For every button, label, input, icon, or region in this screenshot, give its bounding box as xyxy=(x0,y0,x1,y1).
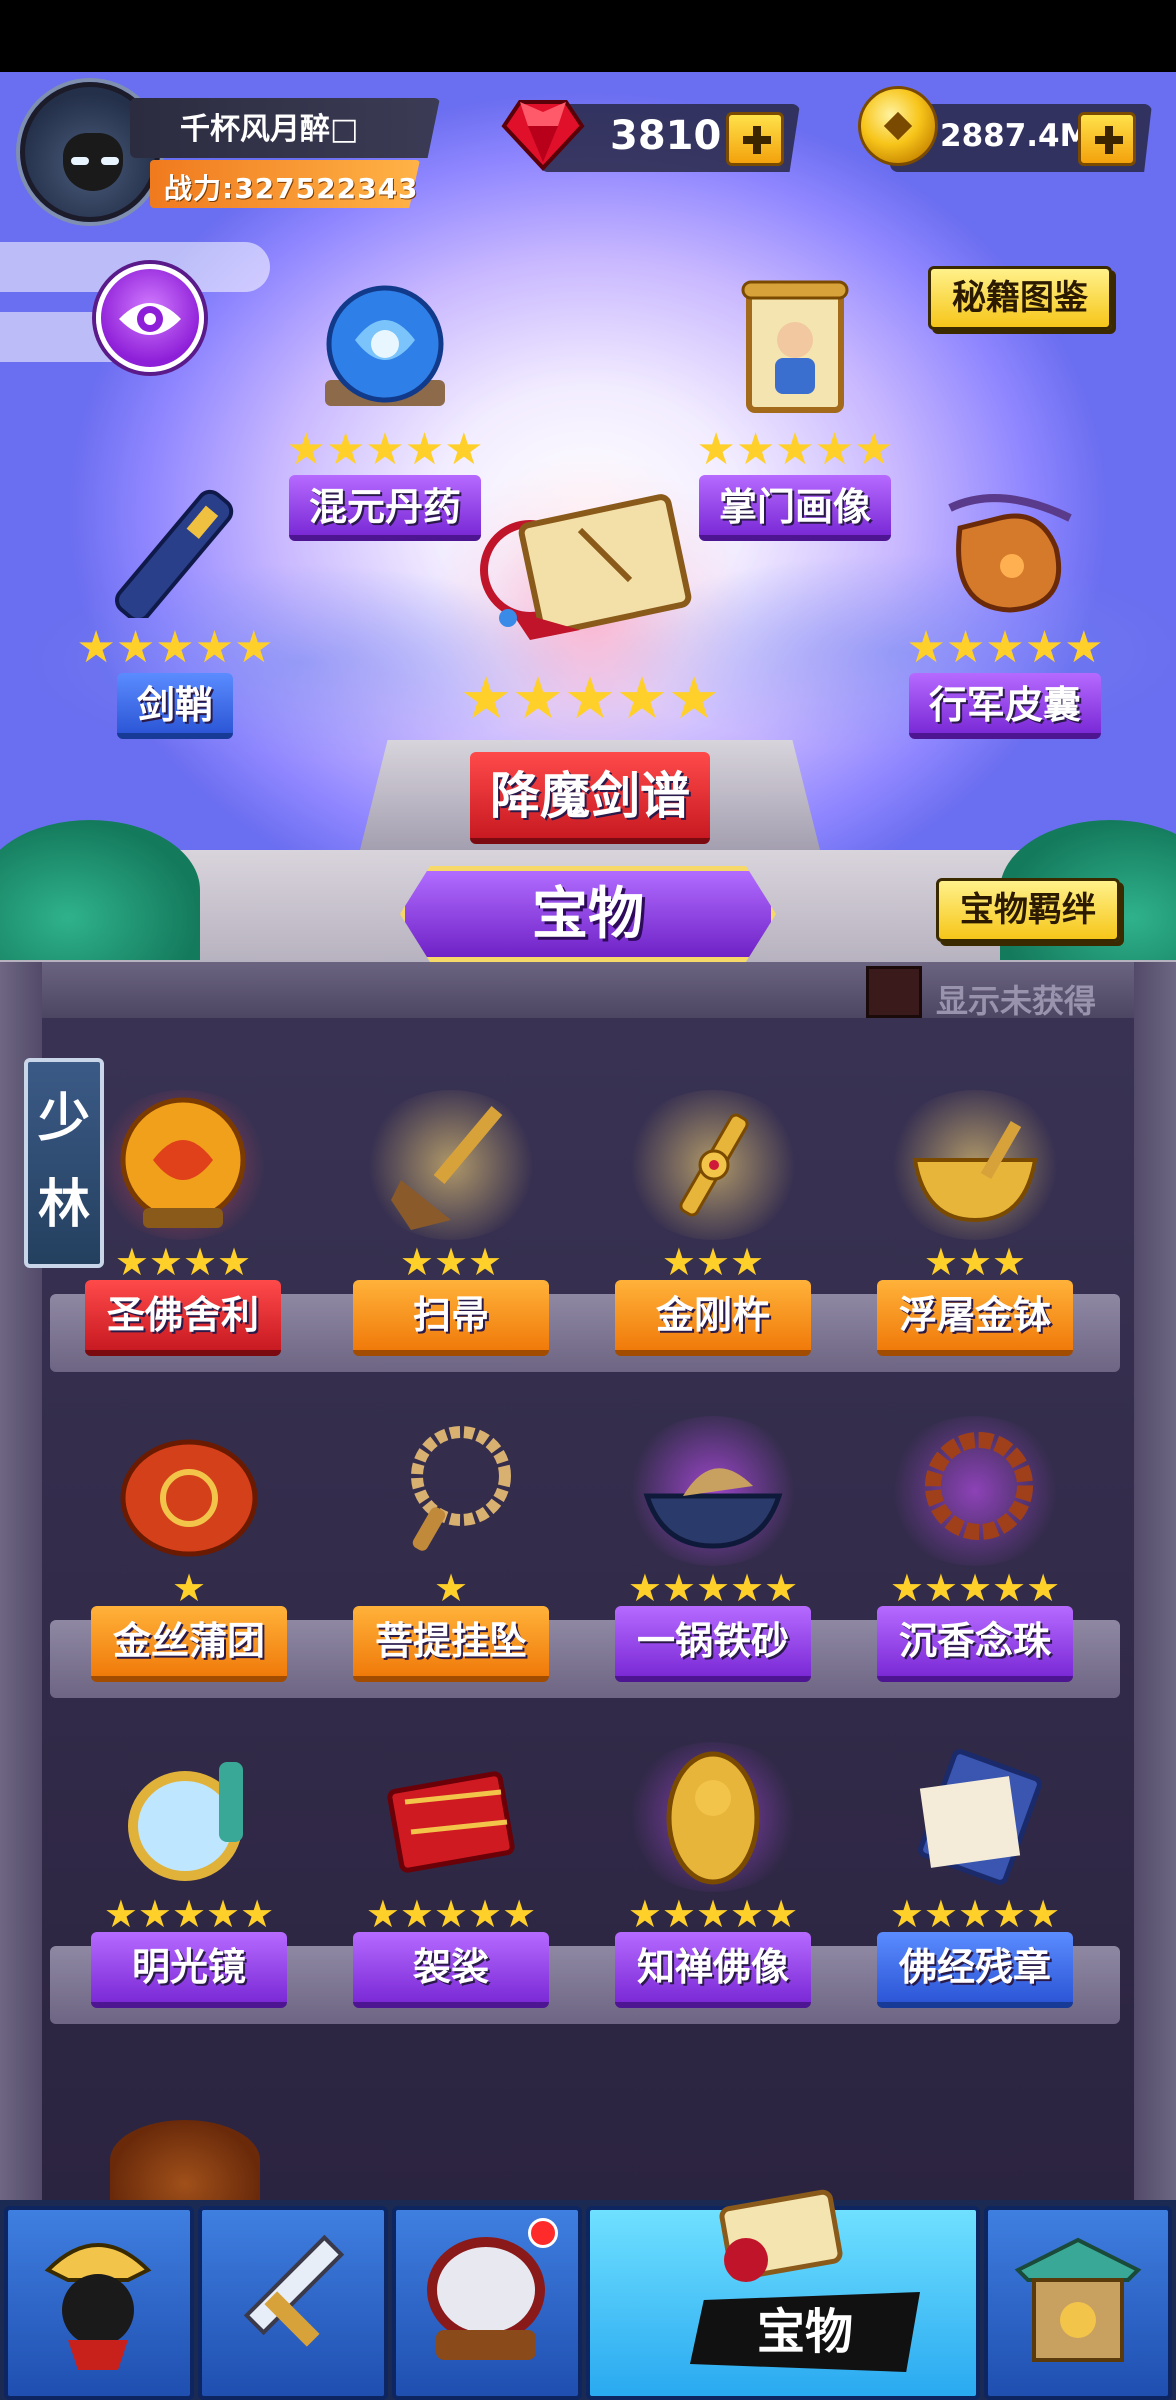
broom-icon xyxy=(361,1090,541,1240)
gate-icon xyxy=(1014,2237,1142,2362)
treasure-label: 剑鞘 xyxy=(116,673,233,739)
add-gold-button[interactable] xyxy=(1078,112,1136,166)
hero-icon xyxy=(44,2243,152,2370)
star-rating: ★★★★★ xyxy=(889,1566,1061,1610)
display-treasure-pouch[interactable]: ★★★★★ 行军皮囊 xyxy=(890,488,1120,739)
treasure-name: 一锅铁砂 xyxy=(615,1606,811,1682)
treasure-label: 行军皮囊 xyxy=(908,673,1101,739)
treasure-name: 佛经残章 xyxy=(877,1932,1073,2008)
scabbard-icon xyxy=(115,489,234,623)
star-rating: ★★★★ xyxy=(114,1240,252,1284)
relic-orb-icon xyxy=(93,1090,273,1240)
nav-tab-equipment[interactable] xyxy=(198,2206,388,2400)
star-rating: ★★★ xyxy=(661,1240,765,1284)
nav-tab-hero[interactable] xyxy=(4,2206,194,2400)
sword-icon xyxy=(243,2234,345,2347)
star-rating: ★★★ xyxy=(923,1240,1027,1284)
star-rating: ★★★★★ xyxy=(889,1892,1061,1936)
avatar-eye xyxy=(101,157,119,165)
treasure-slot[interactable]: ★★★★★ 佛经残章 xyxy=(870,1742,1080,2008)
mirror-icon xyxy=(99,1742,279,1892)
prayer-beads-pendant-icon xyxy=(361,1416,541,1566)
treasure-name: 扫帚 xyxy=(353,1280,549,1356)
crystal-orb-icon xyxy=(325,285,445,406)
display-treasure-main[interactable]: ★★★★★ 降魔剑谱 xyxy=(430,490,750,844)
star-rating: ★★★★★ xyxy=(76,622,274,673)
kasaya-robe-icon xyxy=(361,1742,541,1892)
sword-manual-icon xyxy=(480,494,692,640)
treasure-name: 金刚杵 xyxy=(615,1280,811,1356)
treasure-label: 降魔剑谱 xyxy=(470,752,710,844)
shelf-side xyxy=(1134,962,1176,2202)
avatar-eye xyxy=(71,157,89,165)
star-rating: ★★★★★ xyxy=(696,424,894,475)
treasure-slot[interactable]: ★★★★ 圣佛舍利 xyxy=(78,1090,288,1356)
star-rating: ★★★★★ xyxy=(365,1892,537,1936)
combat-power: 战力:327522343 xyxy=(164,172,419,205)
gold-coin-icon xyxy=(858,86,938,166)
vajra-icon xyxy=(623,1090,803,1240)
treasure-name: 圣佛舍利 xyxy=(85,1280,281,1356)
foliage-decoration xyxy=(0,820,200,960)
gold-amount: 2887.4M xyxy=(940,118,1091,154)
treasure-slot[interactable]: ★★★★★ 袈裟 xyxy=(346,1742,556,2008)
star-rating: ★★★★★ xyxy=(627,1892,799,1936)
star-rating: ★★★★★ xyxy=(460,664,720,732)
buddha-statue-icon xyxy=(623,1742,803,1892)
star-rating: ★★★★★ xyxy=(627,1566,799,1610)
display-treasure-scabbard[interactable]: ★★★★★ 剑鞘 xyxy=(60,488,290,739)
treasure-slot[interactable]: ★★★★★ 沉香念珠 xyxy=(870,1416,1080,1682)
treasure-slot[interactable]: ★ 菩提挂坠 xyxy=(346,1416,556,1682)
scroll-portrait-icon xyxy=(741,280,849,413)
status-bar xyxy=(0,0,1176,72)
star-rating: ★★★★★ xyxy=(103,1892,275,1936)
star-rating: ★★★★★ xyxy=(906,622,1104,673)
ruby-gem-icon xyxy=(501,100,585,171)
treasure-bond-button[interactable]: 宝物羁绊 xyxy=(936,878,1120,942)
nav-tab-gate[interactable] xyxy=(984,2206,1172,2400)
star-rating: ★ xyxy=(433,1566,469,1610)
treasure-name: 金丝蒲团 xyxy=(91,1606,287,1682)
star-rating: ★★★★★ xyxy=(286,424,484,475)
treasure-slot[interactable]: ★★★ 浮屠金钵 xyxy=(870,1090,1080,1356)
treasure-name: 浮屠金钵 xyxy=(877,1280,1073,1356)
eye-icon xyxy=(119,303,181,335)
treasure-slot-partial[interactable] xyxy=(110,2120,260,2200)
show-unobtained-checkbox[interactable] xyxy=(866,966,922,1018)
cushion-icon xyxy=(99,1416,279,1566)
treasure-slot[interactable]: ★★★ 扫帚 xyxy=(346,1090,556,1356)
treasure-slot[interactable]: ★★★★★ 知禅佛像 xyxy=(608,1742,818,2008)
treasure-slot[interactable]: ★ 金丝蒲团 xyxy=(84,1416,294,1682)
add-gems-button[interactable] xyxy=(726,112,784,166)
alms-bowl-icon xyxy=(885,1090,1065,1240)
gem-amount: 3810 xyxy=(610,113,722,159)
star-rating: ★ xyxy=(171,1566,207,1610)
treasure-slot[interactable]: ★★★★★ 一锅铁砂 xyxy=(608,1416,818,1682)
treasure-name: 明光镜 xyxy=(91,1932,287,2008)
codex-button[interactable]: 秘籍图鉴 xyxy=(928,266,1112,330)
treasure-name: 知禅佛像 xyxy=(615,1932,811,2008)
show-unobtained-label[interactable]: 显示未获得 xyxy=(936,976,1096,1022)
treasure-slot[interactable]: ★★★ 金刚杵 xyxy=(608,1090,818,1356)
player-name: 千杯风月醉□ xyxy=(180,112,359,147)
star-rating: ★★★ xyxy=(399,1240,503,1284)
nav-tab-label: 宝物 xyxy=(690,2292,920,2372)
treasure-scroll-icon xyxy=(719,2189,843,2282)
treasure-name: 沉香念珠 xyxy=(877,1606,1073,1682)
view-eye-button[interactable] xyxy=(96,264,204,372)
iron-sand-wok-icon xyxy=(623,1416,803,1566)
sutra-fragment-icon xyxy=(885,1742,1065,1892)
treasure-name: 菩提挂坠 xyxy=(353,1606,549,1682)
treasure-name: 袈裟 xyxy=(353,1932,549,2008)
agarwood-beads-icon xyxy=(885,1416,1065,1566)
leather-pouch-icon xyxy=(948,494,1072,613)
page-title: 宝物 xyxy=(400,866,776,962)
treasure-slot[interactable]: ★★★★★ 明光镜 xyxy=(84,1742,294,2008)
notification-dot xyxy=(528,2218,558,2248)
